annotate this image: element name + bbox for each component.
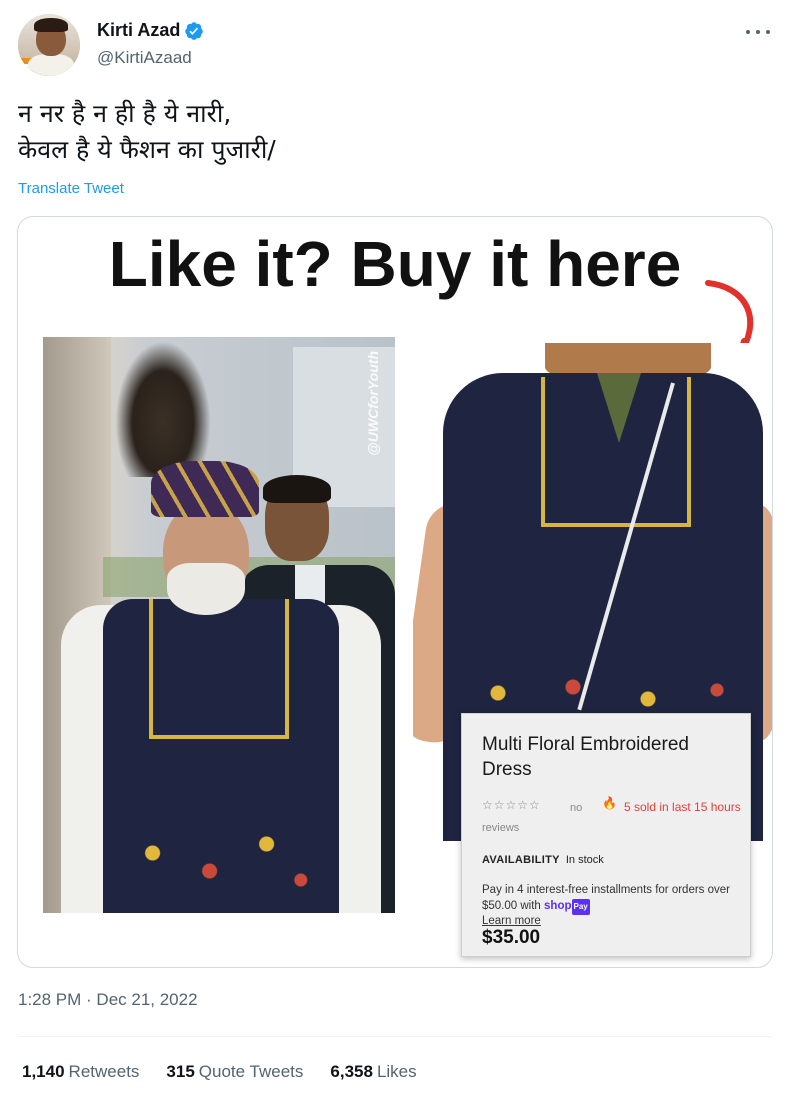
avatar-hair [34, 18, 68, 32]
watermark-text: @UWCforYouth [365, 351, 381, 456]
product-title: Multi Floral Embroidered Dress [482, 734, 689, 780]
shop-pay-badge: Pay [571, 899, 590, 915]
vest-yoke-embroidery [149, 599, 289, 739]
traditional-hat [151, 461, 259, 517]
quote-tweets-count: 315 [166, 1062, 195, 1081]
learn-more-link: Learn more [482, 915, 541, 927]
likes-stat[interactable]: 6,358 Likes [330, 1062, 416, 1082]
engagement-stats: 1,140 Retweets 315 Quote Tweets 6,358 Likes [22, 1062, 444, 1082]
installment-text: Pay in 4 interest-free installments for … [482, 882, 738, 915]
retweets-label: Retweets [68, 1062, 140, 1081]
quote-tweets-stat[interactable]: 315 Quote Tweets [166, 1062, 303, 1082]
shop-pay-logo: shop [544, 900, 572, 912]
installment-description: Pay in 4 interest-free installments for … [482, 884, 730, 912]
man-beard [167, 563, 245, 615]
retweets-count: 1,140 [22, 1062, 65, 1081]
user-handle[interactable]: @KirtiAzaad [97, 48, 192, 68]
avatar-shoulders [28, 54, 74, 76]
retweets-stat[interactable]: 1,140 Retweets [22, 1062, 139, 1082]
more-dot [746, 30, 750, 34]
name-row: Kirti Azad [97, 20, 204, 41]
product-price: $35.00 [482, 927, 541, 948]
media-headline: Like it? Buy it here [108, 228, 682, 300]
display-name[interactable]: Kirti Azad [97, 20, 180, 41]
translate-tweet-link[interactable]: Translate Tweet [18, 180, 124, 197]
likes-count: 6,358 [330, 1062, 373, 1081]
availability-value: In stock [565, 854, 604, 866]
more-options-icon[interactable] [746, 24, 770, 40]
divider [18, 1036, 772, 1037]
avatar[interactable] [18, 14, 80, 76]
quote-tweets-label: Quote Tweets [198, 1062, 304, 1081]
tweet-text-line: केवल है ये फैशन का पुजारी/ [18, 135, 276, 164]
tweet-header: Kirti Azad @KirtiAzaad [18, 14, 774, 78]
fire-icon: 🔥 [602, 796, 617, 810]
verified-badge-icon [185, 21, 204, 40]
left-photo: @UWCforYouth [43, 337, 395, 913]
tweet-timestamp[interactable]: 1:28 PM · Dec 21, 2022 [18, 990, 198, 1010]
feather-headdress [115, 341, 211, 477]
availability-label: AVAILABILITY [482, 854, 560, 866]
more-dot [766, 30, 770, 34]
guard-hair [263, 475, 331, 503]
vest-floral-pattern [107, 817, 335, 907]
likes-label: Likes [376, 1062, 417, 1081]
more-dot [756, 30, 760, 34]
tweet-text-line: न नर है न ही है ये नारी, [18, 99, 232, 128]
product-card: Multi Floral Embroidered Dress ☆☆☆☆☆ no … [461, 713, 751, 957]
review-count: no reviews [482, 802, 583, 834]
sold-count: 5 sold in last 15 hours [624, 800, 741, 814]
tweet-text: न नर है न ही है ये नारी, केवल है ये फैशन… [18, 96, 758, 168]
tweet-media-image[interactable]: Like it? Buy it here @UWCforYouth Multi … [17, 216, 773, 968]
availability: AVAILABILITY In stock [482, 854, 604, 866]
